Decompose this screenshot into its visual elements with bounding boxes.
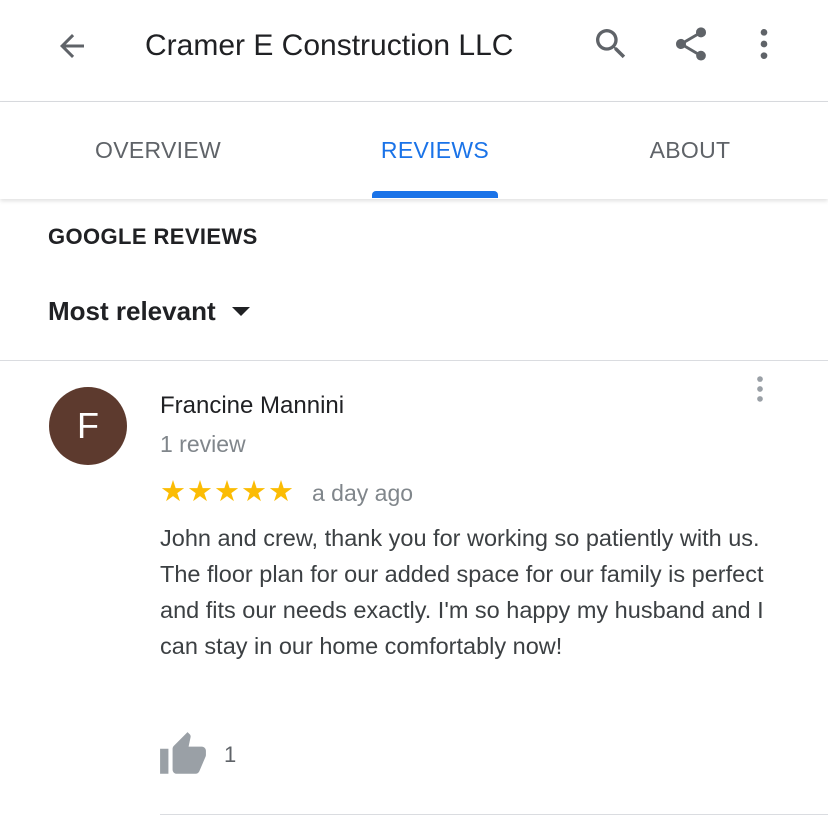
- avatar[interactable]: F: [49, 387, 127, 465]
- search-icon: [596, 29, 626, 59]
- avatar-letter: F: [77, 405, 99, 446]
- review-more-options-button[interactable]: [738, 367, 782, 411]
- review-text: John and crew, thank you for working so …: [160, 525, 764, 659]
- section-heading: GOOGLE REVIEWS: [48, 224, 258, 249]
- thumbs-up-icon: [160, 732, 206, 774]
- reviewer-name[interactable]: Francine Mannini: [160, 392, 344, 420]
- page-title: Cramer E Construction LLC: [145, 29, 514, 62]
- review-date: a day ago: [312, 480, 414, 506]
- sort-dropdown[interactable]: Most relevant: [48, 296, 250, 327]
- like-count: 1: [224, 742, 237, 767]
- tab-about[interactable]: ABOUT: [590, 102, 790, 199]
- more-vert-icon: [757, 376, 763, 402]
- more-options-button[interactable]: [740, 20, 788, 68]
- search-button[interactable]: [587, 20, 635, 68]
- share-button[interactable]: [667, 20, 715, 68]
- app-bar: Cramer E Construction LLC: [0, 0, 828, 102]
- tab-overview[interactable]: OVERVIEW: [58, 102, 258, 199]
- divider: [0, 360, 828, 361]
- back-arrow-icon: [60, 34, 84, 58]
- more-vert-icon: [760, 29, 768, 59]
- active-tab-indicator: [372, 191, 498, 198]
- like-button[interactable]: 1: [158, 730, 236, 780]
- divider: [160, 814, 828, 815]
- star-rating: ★★★★★: [160, 476, 295, 508]
- back-button[interactable]: [48, 22, 96, 70]
- sort-label: Most relevant: [48, 296, 216, 326]
- review-count: 1 review: [160, 431, 246, 457]
- caret-down-icon: [231, 307, 250, 316]
- tab-bar: OVERVIEW REVIEWS ABOUT: [0, 102, 828, 199]
- share-icon: [675, 27, 707, 61]
- tab-reviews[interactable]: REVIEWS: [335, 102, 535, 199]
